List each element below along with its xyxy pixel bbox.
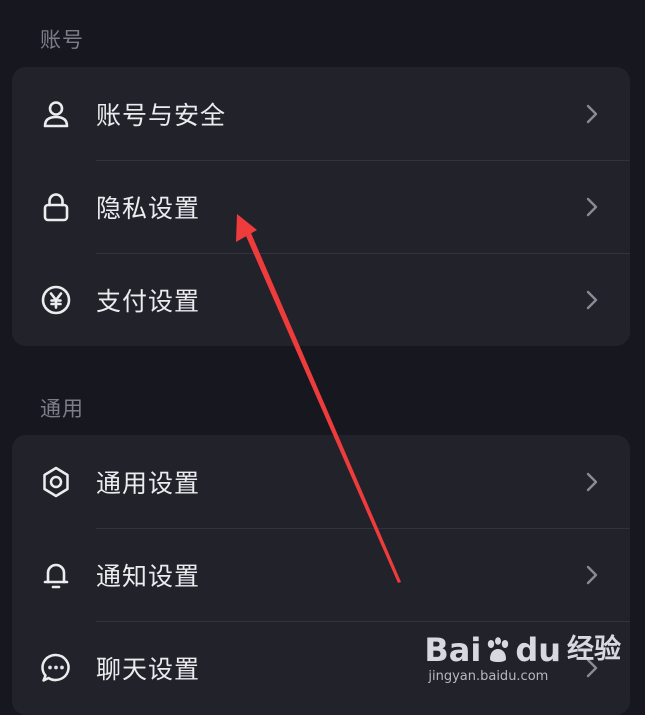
chevron-right-icon [586,290,598,309]
watermark-brand-mid: du [515,631,561,669]
menu-item-notifications[interactable]: 通知设置 [12,528,630,621]
section-title-general: 通用 [40,397,84,421]
person-icon [38,96,74,132]
lock-icon [38,189,74,225]
menu-item-label: 聊天设置 [96,654,201,684]
menu-item-account-security[interactable]: 账号与安全 [12,67,630,160]
menu-item-general-settings[interactable]: 通用设置 [12,435,630,528]
section-title-account: 账号 [40,28,84,52]
chevron-right-icon [586,197,598,216]
watermark-brand-left: Bai [424,631,482,669]
watermark-url: jingyan.baidu.com [428,669,549,684]
menu-item-privacy[interactable]: 隐私设置 [12,160,630,253]
paw-logo-icon [488,637,509,662]
menu-item-label: 通用设置 [96,468,201,498]
yen-icon [38,282,74,318]
menu-item-label: 账号与安全 [96,100,227,130]
menu-item-payment[interactable]: 支付设置 [12,253,630,346]
chat-bubble-icon [38,650,74,686]
bell-icon [38,557,74,593]
chevron-right-icon [586,472,598,491]
menu-item-label: 通知设置 [96,561,201,591]
chevron-right-icon [586,565,598,584]
chevron-right-icon [586,104,598,123]
menu-item-label: 隐私设置 [96,193,201,223]
account-settings-card: 账号与安全 隐私设置 支付设置 [12,67,630,346]
watermark-brand-right: 经验 [567,634,621,665]
baidu-jingyan-watermark: Bai du 经验 jingyan.baidu.com [424,633,621,684]
gear-icon [38,464,74,500]
menu-item-label: 支付设置 [96,286,201,316]
